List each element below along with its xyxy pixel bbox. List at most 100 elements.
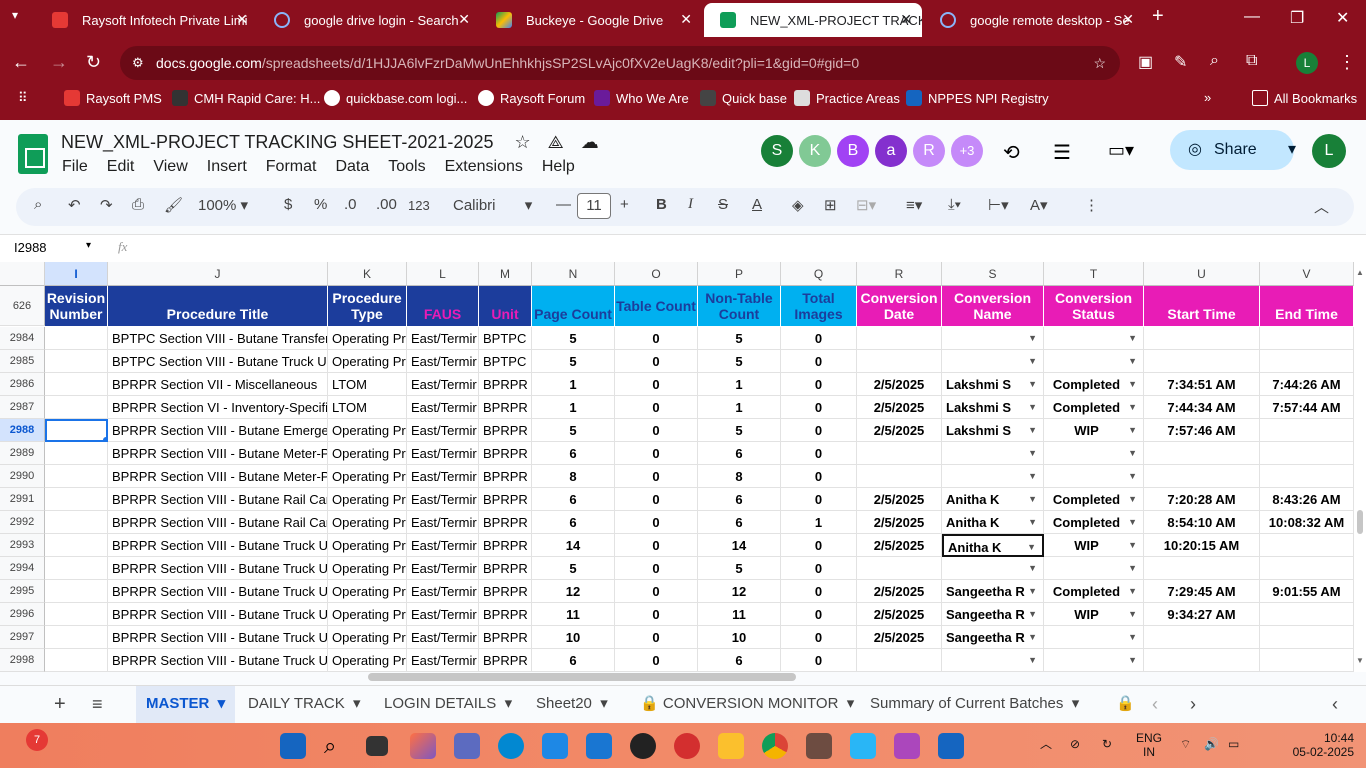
cell-unit[interactable]: BPRPR [479, 603, 532, 626]
cell-unit[interactable]: BPRPR [479, 557, 532, 580]
cell-conversion-date[interactable] [857, 327, 942, 350]
cell-end-time[interactable]: 7:44:26 AM [1260, 373, 1354, 396]
cell-conversion-name[interactable]: Anitha K ▼ [942, 534, 1044, 557]
cell-table-count[interactable]: 0 [615, 511, 698, 534]
cell-conversion-status[interactable]: WIP ▼ [1044, 534, 1144, 557]
cell-revision-number[interactable] [45, 488, 108, 511]
cell-conversion-date[interactable]: 2/5/2025 [857, 373, 942, 396]
header-unit[interactable]: Unit [479, 286, 532, 326]
bookmark-cmh[interactable]: CMH Rapid Care: H... [172, 90, 320, 106]
cell-start-time[interactable]: 7:29:45 AM [1144, 580, 1260, 603]
history-icon[interactable]: ⟲ [1003, 140, 1020, 165]
menu-view[interactable]: View [153, 158, 187, 176]
cell-table-count[interactable]: 0 [615, 649, 698, 672]
sheet-tab-daily-track[interactable]: DAILY TRACK ▾ [248, 686, 361, 724]
cell-start-time[interactable] [1144, 626, 1260, 649]
cell-conversion-status[interactable]: ▼ [1044, 557, 1144, 580]
opera-icon[interactable] [674, 733, 700, 759]
dropdown-chevron-icon[interactable]: ▼ [1028, 327, 1037, 349]
cell-procedure-title[interactable]: BPRPR Section VIII - Butane Rail Car [108, 488, 328, 511]
calculator-icon[interactable] [806, 733, 832, 759]
cell-end-time[interactable]: 10:08:32 AM [1260, 511, 1354, 534]
col-header-O[interactable]: O [615, 262, 698, 286]
cell-end-time[interactable] [1260, 557, 1354, 580]
cell-procedure-title[interactable]: BPTPC Section VIII - Butane Truck Ur [108, 350, 328, 373]
dropdown-chevron-icon[interactable]: ▼ [1128, 396, 1137, 418]
collaborator-avatar[interactable]: R [913, 135, 945, 167]
redo-icon[interactable]: ↷ [100, 196, 113, 214]
cell-non-table-count[interactable]: 14 [698, 534, 781, 557]
cell-start-time[interactable]: 7:44:34 AM [1144, 396, 1260, 419]
row-header-2998[interactable]: 2998 [0, 649, 45, 672]
cell-conversion-status[interactable]: ▼ [1044, 465, 1144, 488]
cell-table-count[interactable]: 0 [615, 488, 698, 511]
add-sheet-icon[interactable]: + [54, 686, 66, 724]
col-header-M[interactable]: M [479, 262, 532, 286]
cell-revision-number[interactable] [45, 442, 108, 465]
profile-avatar[interactable]: L [1296, 52, 1318, 74]
cell-conversion-status[interactable]: ▼ [1044, 442, 1144, 465]
cell-conversion-name[interactable]: Lakshmi S ▼ [942, 396, 1044, 419]
more-collaborators[interactable]: +3 [951, 135, 983, 167]
cell-total-images[interactable]: 0 [781, 580, 857, 603]
start-icon[interactable] [280, 733, 306, 759]
cell-conversion-date[interactable] [857, 649, 942, 672]
bookmark-raysoft-pms[interactable]: Raysoft PMS [64, 90, 162, 106]
strikethrough-icon[interactable]: S [718, 196, 728, 213]
cell-conversion-date[interactable]: 2/5/2025 [857, 580, 942, 603]
cell-start-time[interactable]: 8:54:10 AM [1144, 511, 1260, 534]
cell-non-table-count[interactable]: 5 [698, 350, 781, 373]
menu-tools[interactable]: Tools [388, 158, 425, 176]
cell-page-count[interactable]: 6 [532, 649, 615, 672]
language-indicator[interactable]: ENG IN [1136, 731, 1162, 759]
cell-revision-number[interactable] [45, 534, 108, 557]
cell-conversion-name[interactable]: ▼ [942, 442, 1044, 465]
row-header-2997[interactable]: 2997 [0, 626, 45, 649]
bookmark-quick-base[interactable]: Quick base [700, 90, 787, 106]
cell-page-count[interactable]: 1 [532, 373, 615, 396]
puzzle-icon[interactable]: ⧉ [1246, 52, 1257, 70]
dropdown-chevron-icon[interactable]: ▼ [1028, 511, 1037, 533]
site-info-icon[interactable]: ⚙ [132, 46, 144, 80]
cell-end-time[interactable] [1260, 534, 1354, 557]
cell-unit[interactable]: BPRPR [479, 488, 532, 511]
cell-end-time[interactable] [1260, 626, 1354, 649]
wifi-icon[interactable]: ⌔ [1180, 737, 1191, 751]
dropdown-chevron-icon[interactable]: ▼ [1128, 603, 1137, 625]
remote-desktop-icon[interactable] [850, 733, 876, 759]
menu-help[interactable]: Help [542, 158, 575, 176]
cell-procedure-title[interactable]: BPRPR Section VIII - Butane Truck Ur [108, 557, 328, 580]
cell-procedure-title[interactable]: BPTPC Section VIII - Butane Transfer [108, 327, 328, 350]
cell-conversion-date[interactable]: 2/5/2025 [857, 396, 942, 419]
cell-total-images[interactable]: 0 [781, 465, 857, 488]
network-off-icon[interactable]: ⊘ [1070, 737, 1080, 751]
cell-start-time[interactable] [1144, 557, 1260, 580]
cell-total-images[interactable]: 0 [781, 419, 857, 442]
notification-badge[interactable]: 7 [26, 729, 48, 751]
bookmarks-overflow-icon[interactable]: » [1204, 90, 1211, 105]
user-avatar[interactable]: L [1312, 134, 1346, 168]
cell-procedure-title[interactable]: BPRPR Section VIII - Butane Meter-P [108, 465, 328, 488]
cell-table-count[interactable]: 0 [615, 580, 698, 603]
cell-total-images[interactable]: 0 [781, 350, 857, 373]
cell-page-count[interactable]: 6 [532, 488, 615, 511]
row-header-2986[interactable]: 2986 [0, 373, 45, 396]
cell-procedure-type[interactable]: Operating Pr [328, 580, 407, 603]
cell-unit[interactable]: BPTPC [479, 327, 532, 350]
dropdown-chevron-icon[interactable]: ▼ [1028, 373, 1037, 395]
cell-total-images[interactable]: 0 [781, 557, 857, 580]
cell-revision-number[interactable] [45, 373, 108, 396]
cell-faus[interactable]: East/Termir [407, 580, 479, 603]
cell-table-count[interactable]: 0 [615, 396, 698, 419]
dropdown-chevron-icon[interactable]: ▼ [1128, 419, 1137, 441]
header-total-images[interactable]: Total Images [781, 286, 857, 326]
close-tab-icon[interactable]: ✕ [900, 11, 912, 28]
italic-button[interactable]: I [688, 196, 693, 213]
font-size-input[interactable]: 11 [577, 193, 611, 219]
pen-icon[interactable]: ✎ [1174, 52, 1187, 72]
cell-page-count[interactable]: 11 [532, 603, 615, 626]
header-procedure-title[interactable]: Procedure Title [108, 286, 328, 326]
cell-procedure-type[interactable]: Operating Pr [328, 626, 407, 649]
close-tab-icon[interactable]: ✕ [680, 11, 692, 28]
cell-unit[interactable]: BPRPR [479, 534, 532, 557]
